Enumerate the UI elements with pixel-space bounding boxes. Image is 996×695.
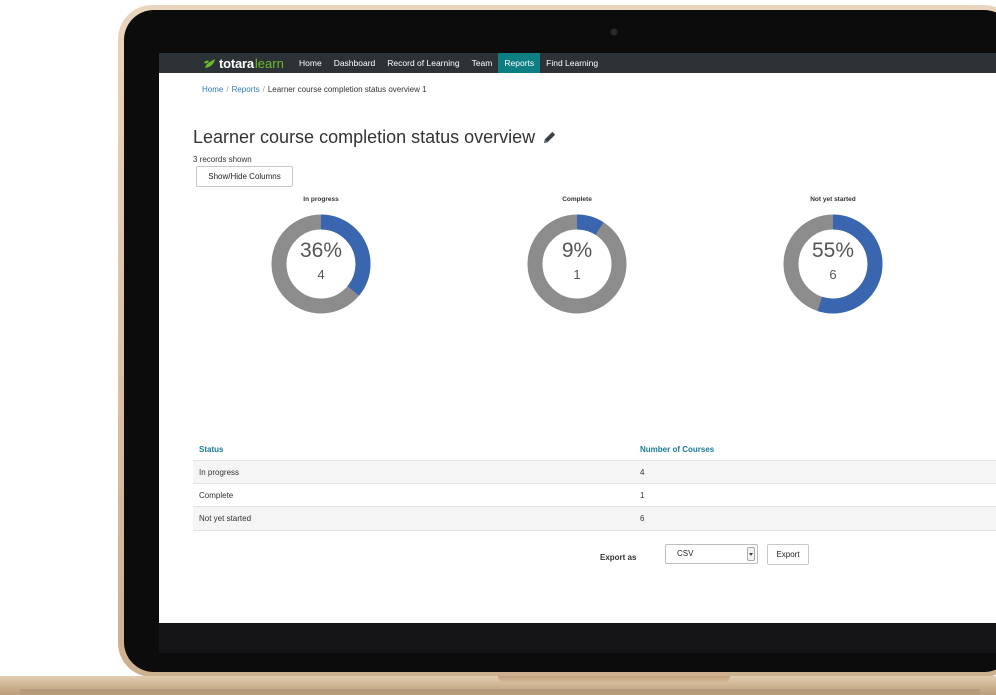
table-cell-count: 6 — [640, 514, 645, 523]
chart-count-complete: 1 — [573, 267, 581, 282]
breadcrumb-reports[interactable]: Reports — [232, 85, 260, 94]
table-header-status[interactable]: Status — [199, 445, 223, 454]
donut-chart-complete — [527, 214, 627, 314]
chart-label-not-yet-started: Not yet started — [810, 196, 856, 203]
nav-item-dashboard[interactable]: Dashboard — [328, 53, 382, 73]
table-header-number-of-courses[interactable]: Number of Courses — [640, 445, 714, 454]
table-row: Not yet started 6 — [193, 506, 996, 531]
chart-label-complete: Complete — [562, 196, 592, 203]
chart-label-in-progress: In progress — [303, 196, 339, 203]
donut-chart-not-yet-started — [783, 214, 883, 314]
app-screen: totara learn Home Dashboard Record of Le… — [159, 53, 996, 623]
export-format-value: CSV — [677, 549, 694, 558]
nav-item-record-of-learning[interactable]: Record of Learning — [381, 53, 465, 73]
export-label: Export as — [600, 553, 637, 562]
laptop-base-notch — [498, 676, 730, 683]
export-format-select[interactable]: CSV — [665, 544, 758, 564]
records-count: 3 records shown — [193, 155, 252, 164]
donut-chart-in-progress — [271, 214, 371, 314]
chart-count-not-yet-started: 6 — [829, 267, 837, 282]
screen-bottom-band — [159, 623, 996, 653]
brand-suffix: learn — [254, 55, 284, 71]
brand-logo[interactable]: totara learn — [203, 54, 284, 72]
pencil-edit-icon[interactable] — [542, 130, 557, 145]
breadcrumb-separator: / — [262, 85, 265, 94]
brand-name: totara — [219, 55, 254, 71]
chart-percent-not-yet-started: 55% — [811, 239, 855, 262]
breadcrumb: Home / Reports / Learner course completion s… — [202, 85, 427, 94]
breadcrumb-separator: / — [226, 85, 229, 94]
nav-item-home[interactable]: Home — [293, 53, 328, 73]
chart-percent-in-progress: 36% — [299, 239, 343, 262]
breadcrumb-current: Learner course completion status overvie… — [267, 85, 427, 94]
chart-percent-complete: 9% — [561, 239, 593, 262]
show-hide-columns-button[interactable]: Show/Hide Columns — [196, 166, 293, 187]
camera-icon — [611, 29, 617, 35]
leaf-logo-icon — [204, 59, 215, 68]
table-cell-count: 1 — [640, 491, 645, 500]
donut-track — [527, 214, 627, 314]
chart-count-in-progress: 4 — [317, 267, 325, 282]
top-navigation: totara learn Home Dashboard Record of Le… — [159, 53, 996, 73]
export-button[interactable]: Export — [767, 544, 809, 565]
laptop-shadow — [20, 689, 980, 695]
chevron-down-icon — [747, 547, 755, 561]
nav-item-reports[interactable]: Reports — [498, 53, 541, 73]
page-header: Learner course completion status overvie… — [193, 127, 557, 148]
table-cell-status: Complete — [199, 491, 234, 500]
table-row: Complete 1 — [193, 483, 996, 507]
nav-item-find-learning[interactable]: Find Learning — [540, 53, 604, 73]
page-title: Learner course completion status overvie… — [193, 127, 536, 147]
table-cell-status: In progress — [199, 468, 240, 477]
table-cell-status: Not yet started — [199, 514, 252, 523]
nav-item-team[interactable]: Team — [466, 53, 499, 73]
table-cell-count: 4 — [640, 468, 645, 477]
breadcrumb-home[interactable]: Home — [202, 85, 223, 94]
nav-menu: Home Dashboard Record of Learning Team R… — [293, 53, 604, 73]
table-row: In progress 4 — [193, 460, 996, 484]
